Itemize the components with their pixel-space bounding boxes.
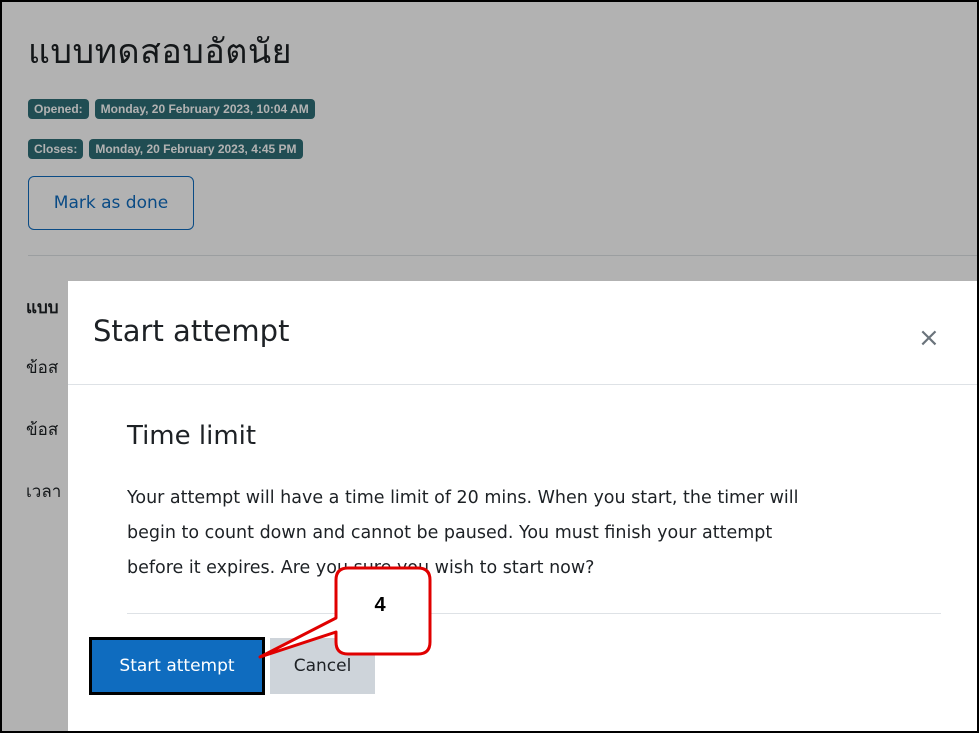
message-line: Your attempt will have a time limit of 2… xyxy=(127,488,799,508)
dialog-title: Start attempt xyxy=(93,314,290,348)
message-line: before it expires. Are you sure you wish… xyxy=(127,558,595,578)
start-attempt-button[interactable]: Start attempt xyxy=(89,637,265,695)
dialog-divider xyxy=(127,613,941,614)
dialog-header: Start attempt × xyxy=(68,281,977,385)
time-limit-heading: Time limit xyxy=(127,421,257,451)
message-line: begin to count down and cannot be paused… xyxy=(127,523,773,543)
time-limit-message: Your attempt will have a time limit of 2… xyxy=(127,481,917,586)
close-icon[interactable]: × xyxy=(918,325,940,351)
cancel-button[interactable]: Cancel xyxy=(270,638,375,694)
screenshot-frame: แบบทดสอบอัตนัย Opened: Monday, 20 Februa… xyxy=(0,0,979,733)
step-number-label: 4 xyxy=(374,594,386,616)
